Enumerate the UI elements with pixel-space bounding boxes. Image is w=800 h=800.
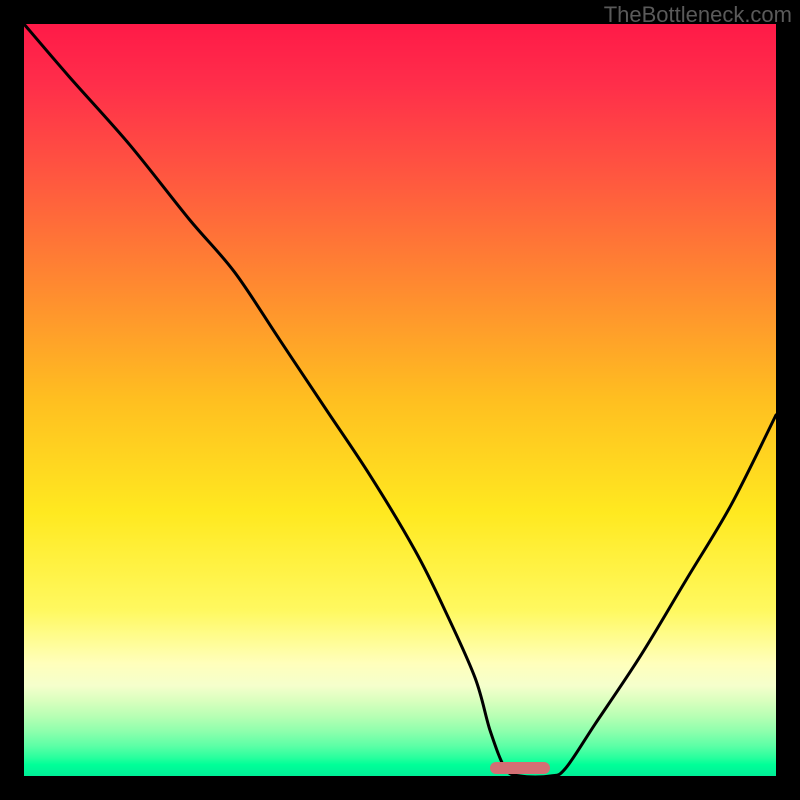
- bottleneck-curve: [24, 24, 776, 776]
- plot-area: [24, 24, 776, 776]
- optimal-range-marker: [490, 762, 550, 774]
- watermark-text: TheBottleneck.com: [604, 2, 792, 28]
